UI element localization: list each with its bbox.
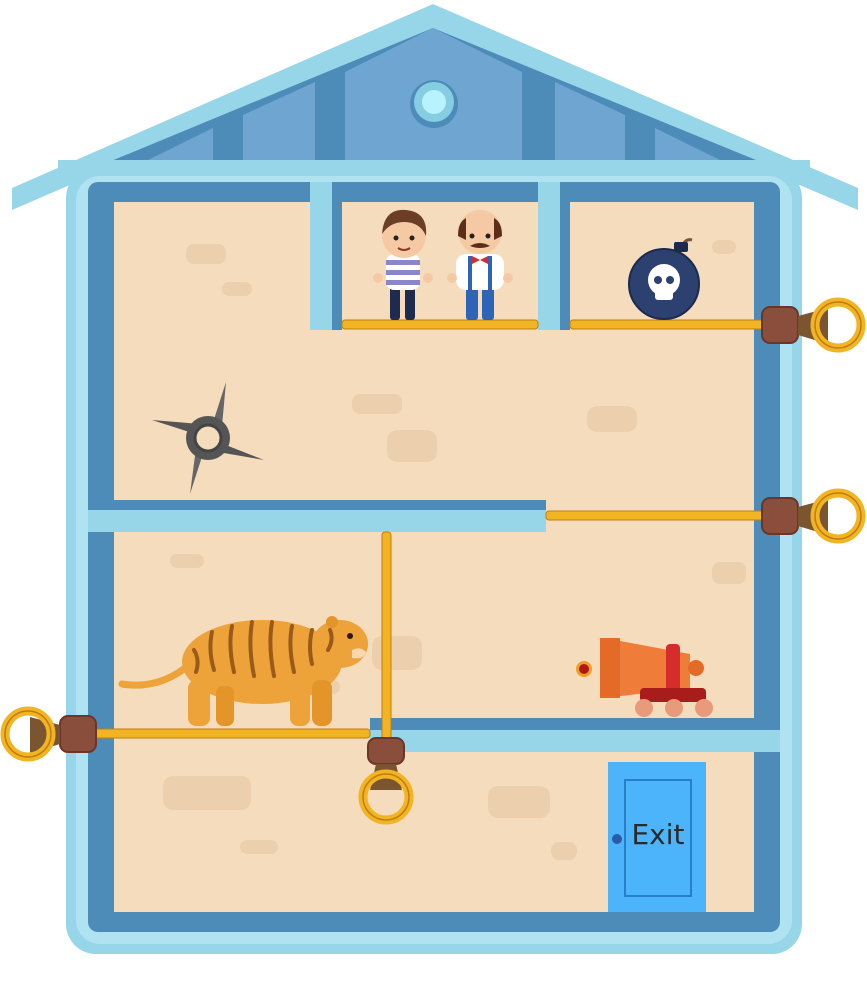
exit-label: Exit [631, 818, 685, 851]
door-knob-icon [612, 834, 622, 844]
left-pin[interactable] [0, 706, 97, 762]
game-scene [0, 4, 866, 954]
top-right-pin[interactable] [761, 297, 866, 353]
middle-right-pin[interactable] [761, 488, 866, 544]
